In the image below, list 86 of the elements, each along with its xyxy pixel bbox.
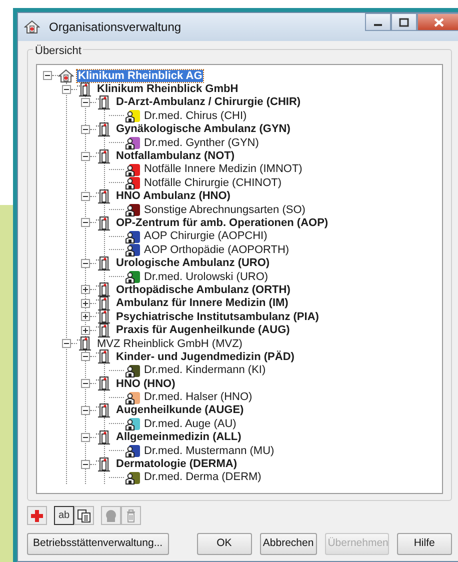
tree-item[interactable]: Urologische Ambulanz (URO) [115, 257, 271, 270]
door-icon [96, 402, 112, 418]
collapse-toggle[interactable] [62, 84, 71, 94]
tree-item[interactable]: Notfälle Chirurgie (CHINOT) [143, 176, 283, 189]
tree-item[interactable]: Sonstige Abrechnungsarten (SO) [143, 204, 306, 216]
window-title: Organisationsverwaltung [49, 19, 182, 36]
maximize-icon [397, 18, 411, 26]
tree-item[interactable]: Ambulanz für Innere Medizin (IM) [115, 297, 290, 310]
tree-item[interactable]: Klinikum Rheinblick AG [77, 70, 204, 82]
tree-item[interactable]: Dr.med. Chirus (CHI) [143, 110, 248, 122]
tree-item[interactable]: AOP Orthopädie (AOPORTH) [143, 244, 290, 256]
collapse-toggle[interactable] [81, 152, 90, 161]
dialog-button[interactable]: Abbrechen [260, 533, 317, 555]
door-icon [96, 148, 112, 164]
tree-item[interactable]: HNO Ambulanz (HNO) [115, 190, 232, 202]
tree-item[interactable]: Notfälle Innere Medizin (IMNOT) [143, 163, 304, 176]
collapse-toggle[interactable] [81, 258, 90, 268]
door-icon [96, 94, 112, 110]
door-icon [96, 282, 112, 298]
collapse-toggle[interactable] [81, 352, 90, 362]
maximize-button[interactable] [391, 13, 417, 31]
rename-button[interactable]: ab [54, 506, 74, 525]
collapse-toggle[interactable] [81, 192, 90, 201]
tree-item[interactable]: OP-Zentrum für amb. Operationen (AOP) [115, 216, 330, 229]
door-icon [96, 322, 112, 338]
tree-item[interactable]: Dr.med. Urolowski (URO) [143, 270, 270, 283]
dialog-button[interactable]: OK [196, 533, 252, 555]
collapse-toggle[interactable] [81, 379, 90, 388]
expand-toggle[interactable] [81, 298, 90, 308]
door-icon [77, 82, 93, 97]
door-icon [96, 349, 112, 364]
collapse-toggle[interactable] [81, 460, 90, 469]
minimize-icon [374, 24, 382, 26]
door-icon [96, 430, 112, 445]
tree-item[interactable]: Allgemeinmedizin (ALL) [115, 431, 242, 444]
tree-item[interactable]: Dr.med. Halser (HNO) [143, 391, 254, 404]
collapse-toggle[interactable] [81, 406, 90, 415]
collapse-toggle[interactable] [81, 98, 90, 107]
collapse-toggle[interactable] [62, 339, 71, 348]
tree-item[interactable]: Psychiatrische Institutsambulanz (PIA) [115, 310, 320, 323]
copy-icon [77, 508, 91, 522]
dialog-button[interactable]: Hilfe [396, 533, 452, 555]
door-icon [96, 188, 112, 204]
tree-item[interactable]: HNO (HNO) [115, 378, 176, 390]
expand-toggle[interactable] [81, 285, 90, 294]
tree-item[interactable]: Dr.med. Gynther (GYN) [143, 136, 260, 149]
close-button[interactable] [417, 13, 458, 31]
tree-item[interactable]: Augenheilkunde (AUGE) [115, 404, 245, 416]
trash-icon [124, 508, 138, 522]
tree-item[interactable]: Dr.med. Kindermann (KI) [143, 364, 267, 376]
collapse-toggle[interactable] [81, 124, 90, 134]
collapse-toggle[interactable] [43, 71, 52, 80]
door-icon [96, 376, 112, 392]
tree-item[interactable]: AOP Chirurgie (AOPCHI) [143, 230, 268, 242]
collapse-toggle[interactable] [81, 218, 90, 228]
expand-toggle[interactable] [81, 326, 90, 335]
expand-toggle[interactable] [81, 312, 90, 322]
house-icon [58, 68, 74, 84]
tree-item[interactable]: Dr.med. Derma (DERM) [143, 471, 262, 484]
close-icon [432, 18, 446, 26]
door-icon [77, 336, 93, 352]
collapse-toggle[interactable] [81, 432, 90, 442]
tree-item[interactable]: Dr.med. Mustermann (MU) [143, 444, 276, 457]
door-icon [96, 216, 112, 230]
head-icon [104, 508, 118, 522]
minimize-button[interactable] [365, 13, 391, 31]
tree-item[interactable]: Dermatologie (DERMA) [115, 458, 238, 470]
door-icon [96, 256, 112, 271]
tree-item[interactable]: Klinikum Rheinblick GmbH [96, 83, 240, 96]
tree-item[interactable]: Dr.med. Auge (AU) [143, 418, 238, 430]
tree-item[interactable]: Orthopädische Ambulanz (ORTH) [115, 284, 292, 296]
tree-item[interactable]: Notfallambulanz (NOT) [115, 150, 236, 162]
add-button[interactable] [27, 506, 47, 525]
door-icon [96, 309, 112, 324]
door-icon [96, 122, 112, 137]
copy-button[interactable] [74, 506, 94, 525]
door-icon [96, 296, 112, 311]
tree-item[interactable]: Gynäkologische Ambulanz (GYN) [115, 123, 292, 136]
tree-item[interactable]: Kinder- und Jugendmedizin (PÄD) [115, 350, 296, 363]
tree-item[interactable]: MVZ Rheinblick GmbH (MVZ) [96, 338, 244, 350]
cross-icon [30, 508, 44, 522]
manage-sites-button[interactable]: Betriebsstättenverwaltung... [27, 533, 169, 555]
tree-item[interactable]: D-Arzt-Ambulanz / Chirurgie (CHIR) [115, 96, 302, 108]
tree-item[interactable]: Praxis für Augenheilkunde (AUG) [115, 324, 291, 336]
door-icon [96, 456, 112, 472]
house-icon [24, 19, 40, 35]
